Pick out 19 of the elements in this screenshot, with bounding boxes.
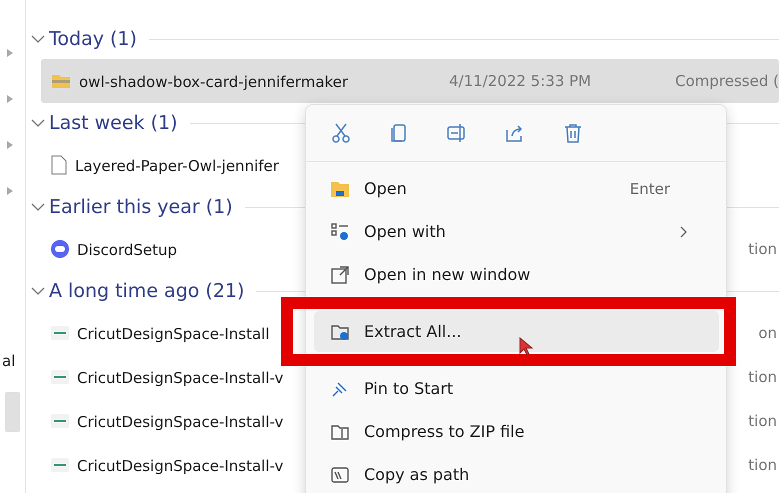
file-type: tion	[747, 368, 777, 386]
file-name: CricutDesignSpace-Install-v	[77, 368, 284, 386]
file-type: tion	[747, 240, 777, 258]
file-name: owl-shadow-box-card-jennifermaker	[79, 72, 348, 90]
file-date: 4/11/2022 5:33 PM	[449, 72, 592, 90]
group-header: Earlier this year (1)	[49, 196, 233, 218]
file-name: CricutDesignSpace-Install-v	[77, 456, 284, 474]
file-type: on	[757, 324, 777, 342]
file-name: Layered-Paper-Owl-jennifer	[75, 156, 279, 174]
shortcut-label: Enter	[630, 180, 670, 198]
file-name: CricutDesignSpace-Install-v	[77, 412, 284, 430]
file-type: tion	[747, 456, 777, 474]
file-name: CricutDesignSpace-Install	[77, 324, 270, 342]
file-type: Compressed (	[674, 72, 779, 90]
file-name: DiscordSetup	[77, 240, 178, 258]
group-header: A long time ago (21)	[49, 280, 244, 302]
group-header: Today (1)	[49, 28, 137, 50]
group-header: Last week (1)	[49, 112, 178, 134]
file-type: tion	[747, 412, 777, 430]
